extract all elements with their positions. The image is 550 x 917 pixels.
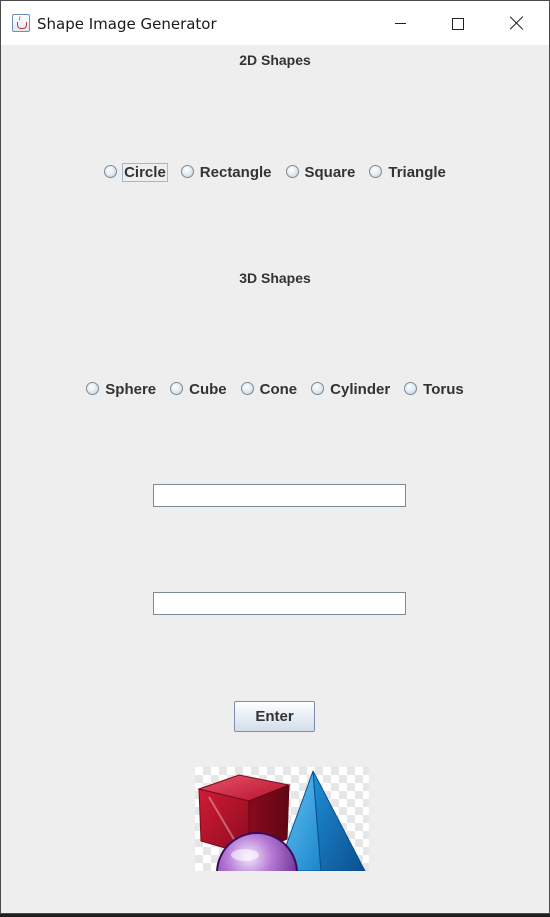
radio-group-2d: Circle Rectangle Square Triangle <box>1 163 549 182</box>
label-3d-shapes: 3D Shapes <box>239 270 311 286</box>
dimension-input-2[interactable] <box>153 592 406 615</box>
radio-label-cube: Cube <box>189 381 227 398</box>
enter-button[interactable]: Enter <box>234 701 315 732</box>
label-2d-shapes: 2D Shapes <box>239 52 311 68</box>
radio-circle[interactable]: Circle <box>104 163 168 182</box>
java-cup-icon <box>12 14 30 32</box>
radio-label-cone: Cone <box>259 381 298 398</box>
radio-button-icon[interactable] <box>104 165 118 178</box>
radio-label-cylinder: Cylinder <box>330 381 391 398</box>
radio-button-icon[interactable] <box>285 165 299 178</box>
close-button[interactable] <box>488 1 546 45</box>
radio-triangle[interactable]: Triangle <box>369 164 446 181</box>
radio-torus[interactable]: Torus <box>404 381 464 398</box>
shapes-illustration <box>197 770 366 871</box>
close-icon <box>510 16 524 30</box>
radio-label-triangle: Triangle <box>388 164 446 181</box>
3d-shapes-image <box>195 767 369 871</box>
radio-rectangle[interactable]: Rectangle <box>180 164 272 181</box>
radio-button-icon[interactable] <box>369 165 383 178</box>
radio-button-icon[interactable] <box>170 382 184 395</box>
radio-button-icon[interactable] <box>240 382 254 395</box>
minimize-icon <box>395 23 406 24</box>
dimension-input-1[interactable] <box>153 484 406 507</box>
radio-label-sphere: Sphere <box>105 381 157 398</box>
radio-label-rectangle: Rectangle <box>199 164 272 181</box>
radio-cylinder[interactable]: Cylinder <box>311 381 390 398</box>
radio-button-icon[interactable] <box>86 382 100 395</box>
maximize-button[interactable] <box>429 1 487 45</box>
radio-cube[interactable]: Cube <box>170 381 227 398</box>
radio-button-icon[interactable] <box>404 382 418 395</box>
maximize-icon <box>452 18 464 30</box>
radio-button-icon[interactable] <box>311 382 325 395</box>
app-window: Shape Image Generator 2D Shapes Circle R… <box>0 0 550 914</box>
window-title: Shape Image Generator <box>37 15 217 33</box>
minimize-button[interactable] <box>371 1 429 45</box>
radio-sphere[interactable]: Sphere <box>86 381 156 398</box>
radio-button-icon[interactable] <box>180 165 194 178</box>
radio-square[interactable]: Square <box>285 164 356 181</box>
radio-label-torus: Torus <box>423 381 464 398</box>
radio-label-square: Square <box>304 164 356 181</box>
radio-label-circle: Circle <box>122 163 168 182</box>
title-bar[interactable]: Shape Image Generator <box>1 1 549 45</box>
radio-cone[interactable]: Cone <box>240 381 298 398</box>
radio-group-3d: Sphere Cube Cone Cylinder Torus <box>1 381 549 398</box>
